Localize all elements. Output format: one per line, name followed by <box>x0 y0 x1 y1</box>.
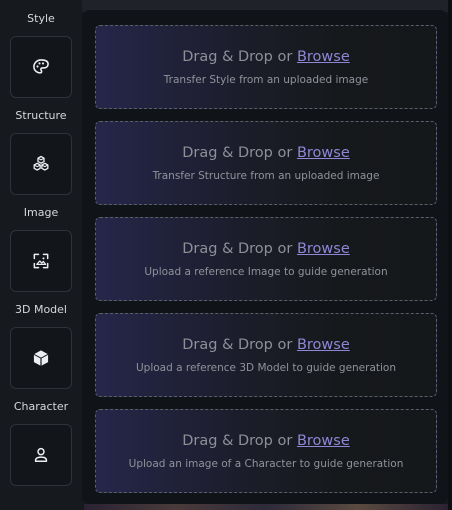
cube-icon <box>33 350 49 366</box>
browse-link[interactable]: Browse <box>297 241 350 257</box>
3d-model-dropzone[interactable]: Drag & Drop or Browse Upload a reference… <box>95 313 437 397</box>
structure-dropzone[interactable]: Drag & Drop or Browse Transfer Structure… <box>95 121 437 205</box>
palette-icon <box>33 59 49 74</box>
sidebar-label-3d-model: 3D Model <box>15 303 67 316</box>
dropzone-prompt: Drag & Drop or Browse <box>182 433 350 449</box>
dropzone-hint: Upload a reference Image to guide genera… <box>144 266 388 278</box>
structure-button[interactable] <box>10 133 72 195</box>
character-dropzone[interactable]: Drag & Drop or Browse Upload an image of… <box>95 409 437 493</box>
cubes-icon <box>33 155 49 171</box>
3d-model-button[interactable] <box>10 327 72 389</box>
style-button[interactable] <box>10 36 72 98</box>
dropzone-hint: Transfer Structure from an uploaded imag… <box>152 170 380 182</box>
scrollbar-track[interactable] <box>448 0 452 510</box>
dropzone-prompt: Drag & Drop or Browse <box>182 241 350 257</box>
image-button[interactable] <box>10 230 72 292</box>
browse-link[interactable]: Browse <box>297 433 350 449</box>
sidebar-label-style: Style <box>27 12 55 25</box>
sidebar-label-image: Image <box>23 206 59 219</box>
dropzone-prompt: Drag & Drop or Browse <box>182 337 350 353</box>
browse-link[interactable]: Browse <box>297 145 350 161</box>
sidebar: Style Structure Image 3D Model Character <box>0 0 82 510</box>
sidebar-label-structure: Structure <box>15 109 67 122</box>
image-frame-icon <box>33 253 49 269</box>
sidebar-label-character: Character <box>13 400 69 413</box>
dropzone-hint: Transfer Style from an uploaded image <box>163 74 369 86</box>
character-button[interactable] <box>10 424 72 486</box>
dropzone-hint: Upload a reference 3D Model to guide gen… <box>135 362 397 374</box>
browse-link[interactable]: Browse <box>297 49 350 65</box>
dropzone-prompt: Drag & Drop or Browse <box>182 49 350 65</box>
person-icon <box>34 447 48 462</box>
dropzone-hint: Upload an image of a Character to guide … <box>128 458 404 470</box>
background-image-peek <box>84 504 448 510</box>
image-dropzone[interactable]: Drag & Drop or Browse Upload a reference… <box>95 217 437 301</box>
dropzone-prompt: Drag & Drop or Browse <box>182 145 350 161</box>
browse-link[interactable]: Browse <box>297 337 350 353</box>
style-dropzone[interactable]: Drag & Drop or Browse Transfer Style fro… <box>95 25 437 109</box>
